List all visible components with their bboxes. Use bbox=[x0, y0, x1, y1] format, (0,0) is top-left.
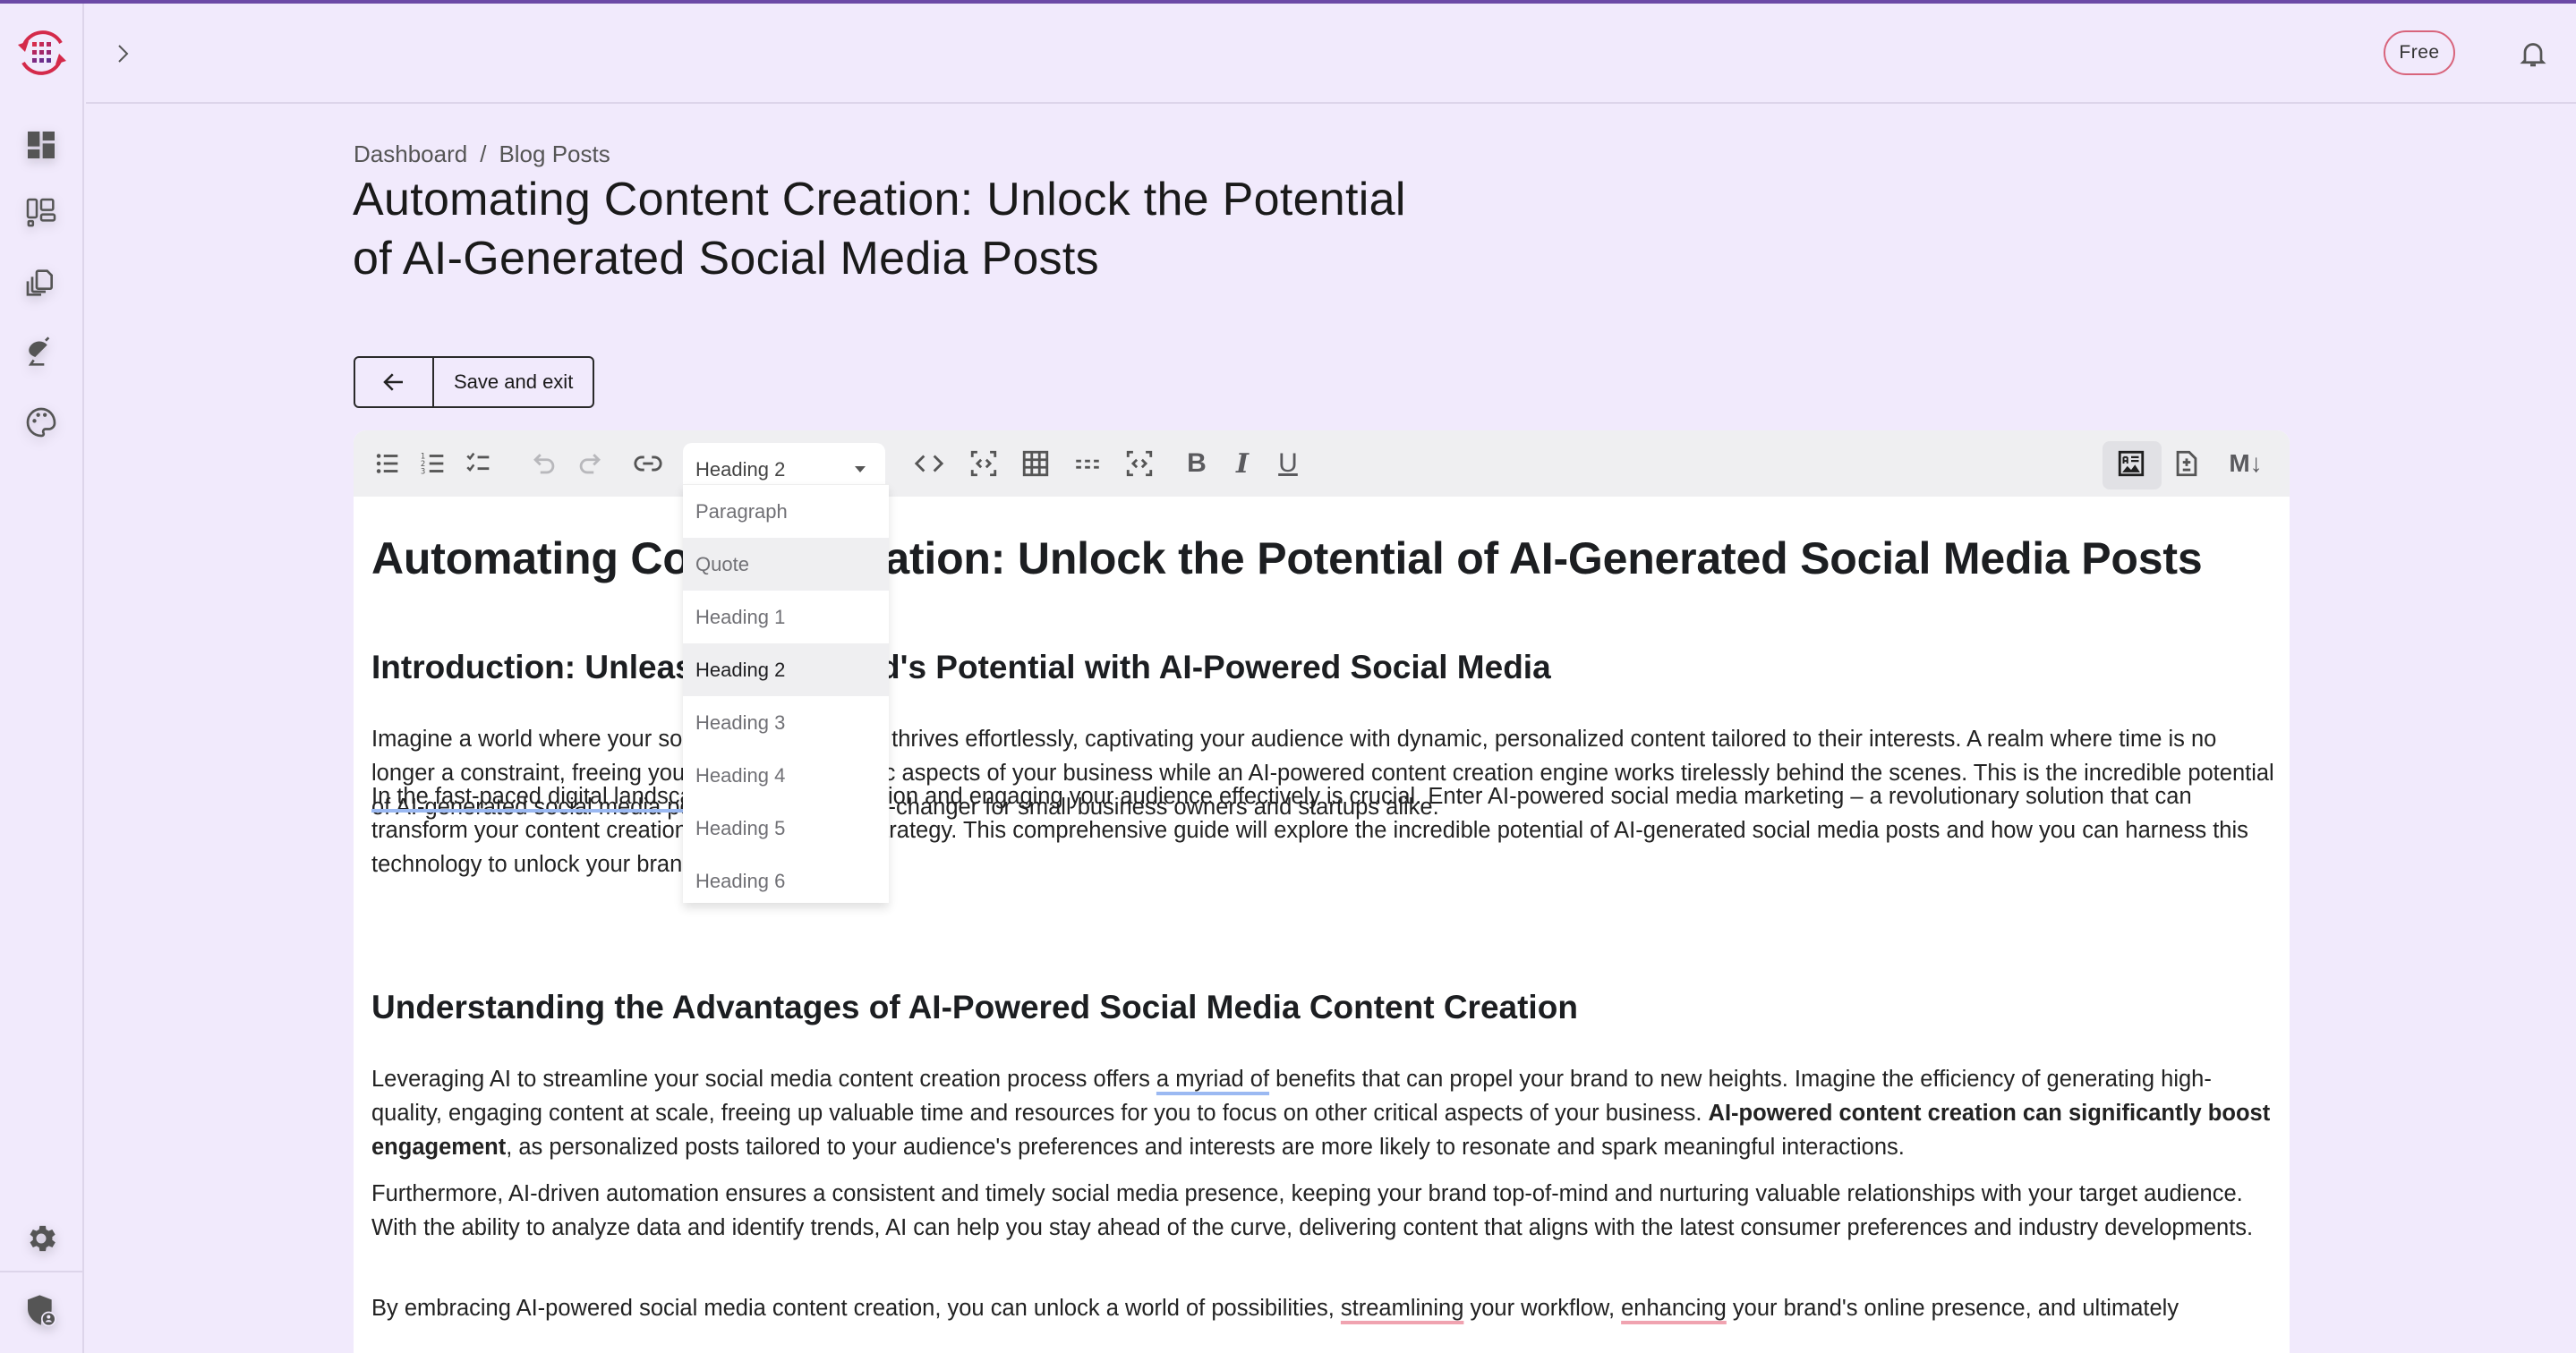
doc-paragraph-5[interactable]: By embracing AI-powered social media con… bbox=[371, 1291, 2278, 1325]
sidebar-item-settings[interactable] bbox=[20, 1217, 63, 1260]
embed-button[interactable] bbox=[1122, 446, 1157, 481]
block-option-heading-2[interactable]: Heading 2 bbox=[683, 643, 889, 696]
sidebar-item-dashboard[interactable] bbox=[20, 123, 63, 166]
breadcrumb-blog-posts[interactable]: Blog Posts bbox=[499, 140, 610, 168]
file-diff-icon bbox=[2176, 450, 2197, 477]
dashboard-icon bbox=[28, 132, 55, 158]
block-option-heading-1[interactable]: Heading 1 bbox=[683, 591, 889, 643]
underline-button[interactable]: U bbox=[1270, 446, 1306, 481]
spelling-suggestion[interactable]: enhancing bbox=[1621, 1296, 1727, 1321]
sidebar bbox=[0, 4, 84, 1353]
breadcrumb-dashboard[interactable]: Dashboard bbox=[354, 140, 467, 168]
sidebar-divider bbox=[0, 1271, 84, 1272]
rich-text-view-button[interactable] bbox=[2113, 446, 2149, 481]
doc-heading-intro[interactable]: Introduction: Unleash Your Brand's Poten… bbox=[371, 649, 1551, 686]
back-button[interactable] bbox=[355, 358, 434, 406]
svg-text:3: 3 bbox=[421, 467, 425, 476]
sidebar-item-publish[interactable] bbox=[20, 331, 63, 374]
undo-button[interactable] bbox=[526, 446, 562, 481]
paragraph-text: Leveraging AI to streamline your social … bbox=[371, 1067, 1156, 1092]
page-title: Automating Content Creation: Unlock the … bbox=[353, 174, 1406, 285]
embed-icon bbox=[1126, 450, 1153, 477]
bullet-list-icon bbox=[376, 454, 398, 473]
save-and-exit-button[interactable]: Save and exit bbox=[434, 358, 593, 406]
save-button-group: Save and exit bbox=[354, 356, 595, 408]
spelling-suggestion[interactable]: streamlining bbox=[1341, 1296, 1463, 1321]
redo-button[interactable] bbox=[572, 446, 608, 481]
caret-down-icon bbox=[855, 466, 866, 472]
logo-icon bbox=[18, 30, 66, 75]
doc-paragraph-4[interactable]: Furthermore, AI-driven automation ensure… bbox=[371, 1177, 2278, 1245]
sidebar-item-themes[interactable] bbox=[20, 401, 63, 444]
shield-user-icon bbox=[28, 1295, 56, 1327]
numbered-list-icon: 123 bbox=[421, 452, 444, 476]
block-option-paragraph[interactable]: Paragraph bbox=[683, 485, 889, 538]
palette-icon bbox=[26, 407, 56, 438]
code-block-button[interactable] bbox=[966, 446, 1002, 481]
link-icon bbox=[634, 455, 662, 472]
documents-icon bbox=[26, 269, 53, 296]
expand-sidebar-button[interactable] bbox=[111, 36, 136, 72]
doc-heading-1[interactable]: Automating Content Creation: Unlock the … bbox=[371, 532, 2203, 584]
notifications-button[interactable] bbox=[2517, 38, 2549, 70]
doc-paragraph-2[interactable]: In the fast-paced digital landscape, cap… bbox=[371, 779, 2278, 881]
horizontal-rule-icon bbox=[1076, 459, 1099, 469]
doc-paragraph-3[interactable]: Leveraging AI to streamline your social … bbox=[371, 1062, 2278, 1164]
chevron-right-icon bbox=[118, 45, 129, 63]
paragraph-text: your workflow, bbox=[1463, 1296, 1622, 1321]
code-button[interactable] bbox=[911, 446, 947, 481]
editor-toolbar: 123 Heading 2 B I U M↓ bbox=[354, 430, 2290, 497]
arrow-left-icon bbox=[383, 373, 403, 391]
redo-icon bbox=[579, 454, 601, 474]
plan-badge[interactable]: Free bbox=[2384, 30, 2455, 75]
italic-button[interactable]: I bbox=[1224, 446, 1260, 481]
doc-heading-advantages[interactable]: Understanding the Advantages of AI-Power… bbox=[371, 989, 1578, 1026]
block-option-heading-4[interactable]: Heading 4 bbox=[683, 749, 889, 802]
satellite-dish-icon bbox=[28, 336, 50, 366]
article-image-icon bbox=[2118, 450, 2145, 477]
block-type-value: Heading 2 bbox=[695, 458, 786, 481]
table-button[interactable] bbox=[1018, 446, 1053, 481]
breadcrumb: Dashboard / Blog Posts bbox=[354, 140, 610, 168]
sidebar-item-layouts[interactable] bbox=[20, 191, 63, 234]
bell-icon bbox=[2520, 43, 2546, 67]
block-option-heading-3[interactable]: Heading 3 bbox=[683, 696, 889, 749]
paragraph-text: , as personalized posts tailored to your… bbox=[506, 1135, 1905, 1160]
table-icon bbox=[1022, 450, 1049, 477]
link-button[interactable] bbox=[630, 446, 666, 481]
layout-icon bbox=[26, 198, 56, 227]
code-block-icon bbox=[970, 450, 997, 477]
rich-text-editor: 123 Heading 2 B I U M↓ Automating Conten… bbox=[354, 430, 2290, 1353]
horizontal-rule-button[interactable] bbox=[1070, 446, 1105, 481]
diff-view-button[interactable] bbox=[2169, 446, 2205, 481]
checklist-button[interactable] bbox=[461, 446, 497, 481]
code-icon bbox=[914, 455, 944, 472]
block-type-dropdown: Paragraph Quote Heading 1 Heading 2 Head… bbox=[683, 484, 889, 903]
numbered-list-button[interactable]: 123 bbox=[415, 446, 451, 481]
gear-icon bbox=[30, 1225, 55, 1252]
sidebar-item-documents[interactable] bbox=[20, 261, 63, 304]
markdown-view-button[interactable]: M↓ bbox=[2221, 446, 2271, 481]
undo-icon bbox=[533, 454, 555, 474]
paragraph-text: By embracing AI-powered social media con… bbox=[371, 1296, 1341, 1321]
bold-button[interactable]: B bbox=[1179, 446, 1215, 481]
checklist-icon bbox=[466, 452, 490, 472]
paragraph-text: your brand's online presence, and ultima… bbox=[1726, 1296, 2179, 1321]
block-option-quote[interactable]: Quote bbox=[683, 538, 889, 591]
block-option-heading-5[interactable]: Heading 5 bbox=[683, 802, 889, 855]
sidebar-item-admin[interactable] bbox=[20, 1289, 63, 1332]
breadcrumb-separator: / bbox=[480, 140, 487, 167]
block-option-heading-6[interactable]: Heading 6 bbox=[683, 855, 889, 907]
top-header: Free bbox=[86, 4, 2576, 104]
app-logo[interactable] bbox=[14, 25, 70, 81]
grammar-suggestion[interactable]: In the fast-paced digital landscape bbox=[371, 784, 718, 809]
grammar-suggestion[interactable]: a myriad of bbox=[1156, 1067, 1269, 1092]
bullet-list-button[interactable] bbox=[370, 446, 405, 481]
